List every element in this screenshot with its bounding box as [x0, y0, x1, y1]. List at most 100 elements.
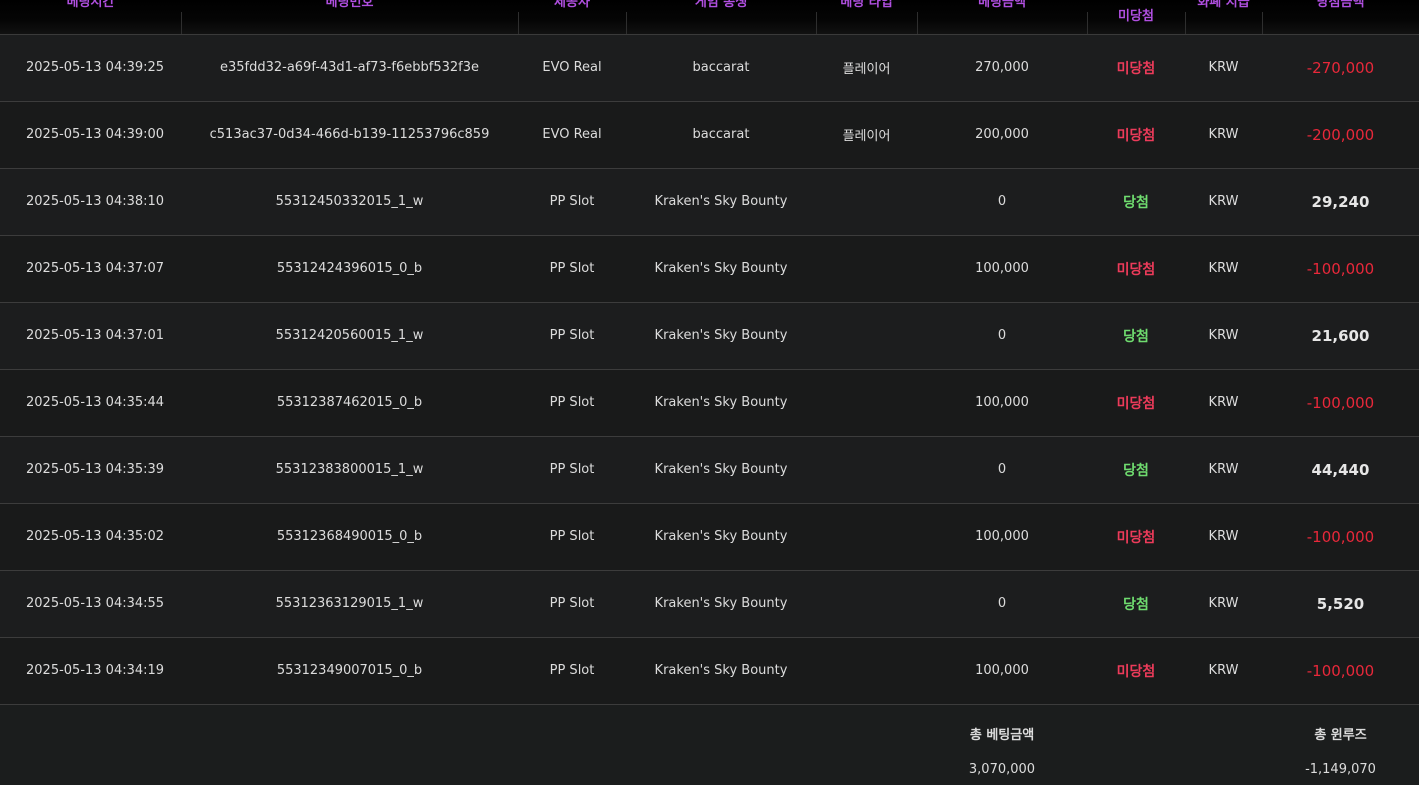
- bet-time-cell: 2025-05-13 04:35:44: [0, 369, 181, 437]
- bet-amount-cell: 0: [917, 168, 1087, 236]
- table-row[interactable]: 2025-05-13 04:39:25 e35fdd32-a69f-43d1-af…: [0, 34, 1419, 102]
- win-amount-value: -200,000: [1306, 125, 1375, 144]
- bet-amount-cell: 270,000: [917, 34, 1087, 102]
- currency-cell: KRW: [1185, 235, 1262, 303]
- bet-id-cell: 55312368490015_0_b: [181, 503, 518, 571]
- game-name-cell: Kraken's Sky Bounty: [626, 637, 816, 705]
- bet-time-cell: 2025-05-13 04:35:39: [0, 436, 181, 504]
- bet-type-cell: [816, 436, 917, 504]
- column-header-time[interactable]: 베팅시간: [0, 0, 181, 35]
- result-status-badge: 당첨: [1087, 302, 1185, 370]
- provider-cell: PP Slot: [518, 235, 626, 303]
- total-winloss-value: -1,149,070: [1262, 760, 1419, 784]
- provider-cell: PP Slot: [518, 369, 626, 437]
- result-status-badge: 당첨: [1087, 168, 1185, 236]
- total-bet-value: 3,070,000: [917, 760, 1087, 784]
- win-amount-value: -100,000: [1306, 661, 1375, 680]
- column-header-provider[interactable]: 제공사: [518, 0, 626, 35]
- bet-id-cell: 55312349007015_0_b: [181, 637, 518, 705]
- currency-cell: KRW: [1185, 570, 1262, 638]
- bet-amount-cell: 0: [917, 302, 1087, 370]
- bet-id-cell: 55312363129015_1_w: [181, 570, 518, 638]
- result-label: 미당첨: [1116, 127, 1156, 144]
- table-header: 베팅시간 베팅번호 제공사 게임 종생 베팅 타입 베팅금액 미당첨 화폐 지급…: [0, 0, 1419, 35]
- result-label: 당첨: [1123, 328, 1149, 345]
- bet-amount-cell: 0: [917, 570, 1087, 638]
- result-label: 당첨: [1123, 194, 1149, 211]
- result-status-badge: 미당첨: [1087, 101, 1185, 169]
- provider-cell: PP Slot: [518, 168, 626, 236]
- result-label: 미당첨: [1116, 261, 1156, 278]
- bet-id-cell: 55312424396015_0_b: [181, 235, 518, 303]
- bet-type-cell: [816, 637, 917, 705]
- bet-type-cell: [816, 168, 917, 236]
- bet-type-cell: [816, 503, 917, 571]
- bet-time-cell: 2025-05-13 04:39:25: [0, 34, 181, 102]
- game-name-cell: Kraken's Sky Bounty: [626, 369, 816, 437]
- win-amount-cell: -270,000: [1262, 34, 1419, 102]
- column-header-result[interactable]: 미당첨: [1087, 0, 1185, 35]
- result-label: 당첨: [1123, 462, 1149, 479]
- game-name-cell: Kraken's Sky Bounty: [626, 235, 816, 303]
- table-row[interactable]: 2025-05-13 04:39:00 c513ac37-0d34-466d-b1…: [0, 101, 1419, 169]
- game-name-cell: Kraken's Sky Bounty: [626, 570, 816, 638]
- bet-type-cell: [816, 302, 917, 370]
- table-row[interactable]: 2025-05-13 04:37:01 55312420560015_1_w PP …: [0, 302, 1419, 370]
- result-label: 당첨: [1123, 596, 1149, 613]
- result-label: 미당첨: [1116, 663, 1156, 680]
- win-amount-value: -100,000: [1306, 527, 1375, 546]
- result-label: 미당첨: [1116, 60, 1156, 77]
- result-status-badge: 당첨: [1087, 436, 1185, 504]
- bet-time-cell: 2025-05-13 04:39:00: [0, 101, 181, 169]
- result-status-badge: 미당첨: [1087, 503, 1185, 571]
- bet-time-cell: 2025-05-13 04:34:19: [0, 637, 181, 705]
- column-header-bet-id[interactable]: 베팅번호: [181, 0, 518, 35]
- bet-type-cell: [816, 570, 917, 638]
- column-header-bet-type[interactable]: 베팅 타입: [816, 0, 917, 35]
- bet-amount-cell: 100,000: [917, 503, 1087, 571]
- win-amount-value: 29,240: [1311, 192, 1370, 211]
- bet-history-page: 베팅시간 베팅번호 제공사 게임 종생 베팅 타입 베팅금액 미당첨 화폐 지급…: [0, 0, 1419, 785]
- bet-type-cell: 플레이어: [816, 34, 917, 102]
- currency-cell: KRW: [1185, 637, 1262, 705]
- bet-amount-cell: 100,000: [917, 637, 1087, 705]
- bet-id-cell: 55312450332015_1_w: [181, 168, 518, 236]
- win-amount-cell: 5,520: [1262, 570, 1419, 638]
- column-header-win-amount[interactable]: 당첨금액: [1262, 0, 1419, 35]
- table-row[interactable]: 2025-05-13 04:37:07 55312424396015_0_b PP …: [0, 235, 1419, 303]
- game-name-cell: baccarat: [626, 34, 816, 102]
- table-row[interactable]: 2025-05-13 04:35:44 55312387462015_0_b PP …: [0, 369, 1419, 437]
- bet-time-cell: 2025-05-13 04:34:55: [0, 570, 181, 638]
- total-bet-label: 총 베팅금액: [917, 704, 1087, 760]
- table-row[interactable]: 2025-05-13 04:34:19 55312349007015_0_b PP …: [0, 637, 1419, 705]
- provider-cell: PP Slot: [518, 637, 626, 705]
- bet-time-cell: 2025-05-13 04:37:01: [0, 302, 181, 370]
- result-label: 미당첨: [1116, 529, 1156, 546]
- table-row[interactable]: 2025-05-13 04:34:55 55312363129015_1_w PP …: [0, 570, 1419, 638]
- column-header-game[interactable]: 게임 종생: [626, 0, 816, 35]
- win-amount-cell: -100,000: [1262, 235, 1419, 303]
- win-amount-cell: 44,440: [1262, 436, 1419, 504]
- table-row[interactable]: 2025-05-13 04:38:10 55312450332015_1_w PP …: [0, 168, 1419, 236]
- currency-cell: KRW: [1185, 34, 1262, 102]
- table-row[interactable]: 2025-05-13 04:35:02 55312368490015_0_b PP …: [0, 503, 1419, 571]
- bet-type-cell: [816, 235, 917, 303]
- bet-history-table: 베팅시간 베팅번호 제공사 게임 종생 베팅 타입 베팅금액 미당첨 화폐 지급…: [0, 0, 1419, 784]
- provider-cell: PP Slot: [518, 436, 626, 504]
- bet-amount-cell: 0: [917, 436, 1087, 504]
- result-status-badge: 미당첨: [1087, 637, 1185, 705]
- bet-id-cell: 55312420560015_1_w: [181, 302, 518, 370]
- column-header-bet-amount[interactable]: 베팅금액: [917, 0, 1087, 35]
- result-status-badge: 당첨: [1087, 570, 1185, 638]
- win-amount-cell: -200,000: [1262, 101, 1419, 169]
- win-amount-value: 5,520: [1316, 594, 1365, 613]
- table-summary: 총 베팅금액 총 윈루즈 3,070,000 -1,149,070: [0, 704, 1419, 784]
- result-status-badge: 미당첨: [1087, 34, 1185, 102]
- currency-cell: KRW: [1185, 436, 1262, 504]
- game-name-cell: baccarat: [626, 101, 816, 169]
- currency-cell: KRW: [1185, 101, 1262, 169]
- win-amount-value: 21,600: [1311, 326, 1370, 345]
- currency-cell: KRW: [1185, 302, 1262, 370]
- table-row[interactable]: 2025-05-13 04:35:39 55312383800015_1_w PP …: [0, 436, 1419, 504]
- column-header-currency[interactable]: 화폐 지급: [1185, 0, 1262, 35]
